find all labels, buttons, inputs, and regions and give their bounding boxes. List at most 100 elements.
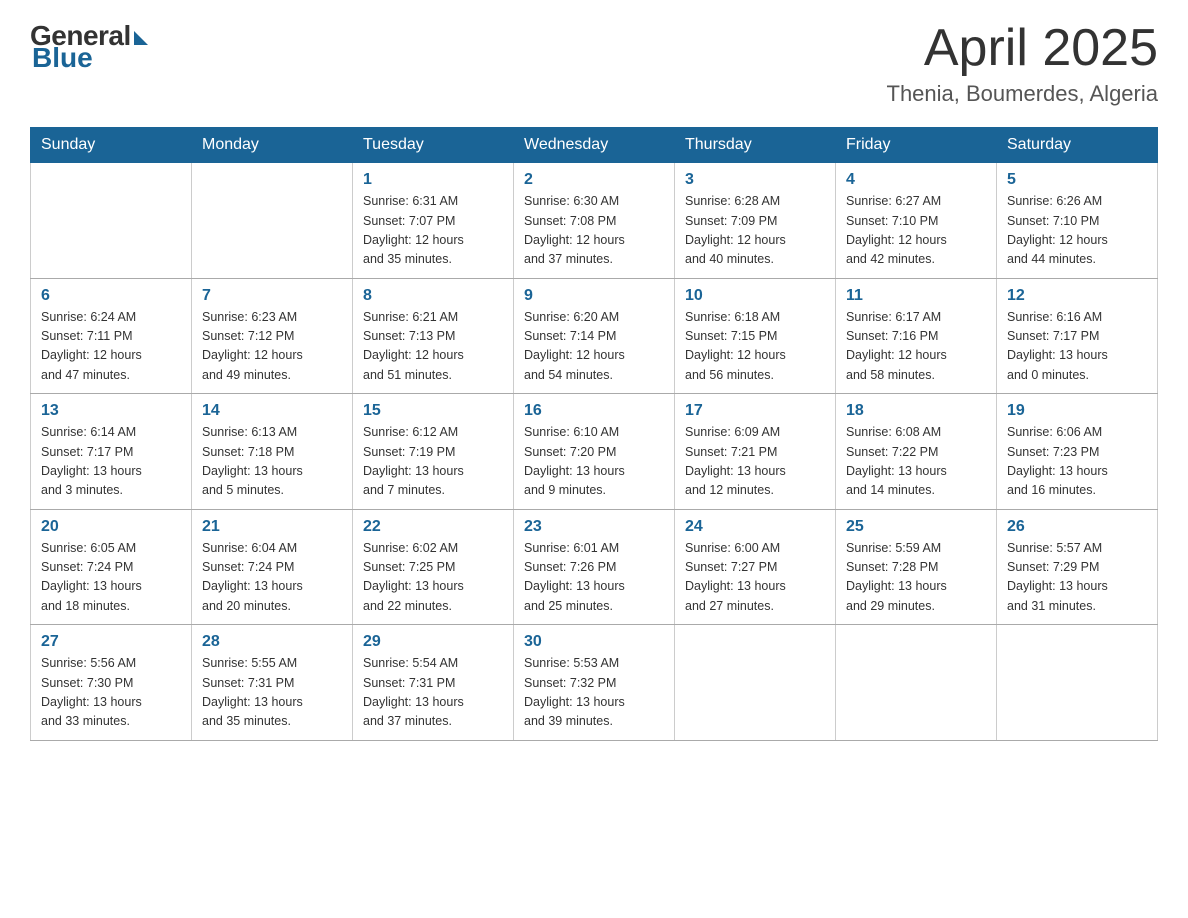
calendar-cell: 18 Sunrise: 6:08 AMSunset: 7:22 PMDayligh… <box>836 394 997 510</box>
day-number: 23 <box>524 518 664 536</box>
day-number: 1 <box>363 171 503 189</box>
day-info: Sunrise: 6:18 AMSunset: 7:15 PMDaylight:… <box>685 308 825 386</box>
day-info: Sunrise: 6:16 AMSunset: 7:17 PMDaylight:… <box>1007 308 1147 386</box>
calendar-cell: 1Sunrise: 6:31 AMSunset: 7:07 PMDaylight… <box>353 163 514 279</box>
calendar-cell: 28 Sunrise: 5:55 AMSunset: 7:31 PMDayligh… <box>192 625 353 741</box>
day-info: Sunrise: 6:13 AMSunset: 7:18 PMDaylight:… <box>202 423 342 501</box>
day-number: 19 <box>1007 402 1147 420</box>
day-info: Sunrise: 6:06 AMSunset: 7:23 PMDaylight:… <box>1007 423 1147 501</box>
day-info: Sunrise: 6:24 AMSunset: 7:11 PMDaylight:… <box>41 308 181 386</box>
calendar-week-row: 27 Sunrise: 5:56 AMSunset: 7:30 PMDayligh… <box>31 625 1158 741</box>
calendar-cell: 22Sunrise: 6:02 AMSunset: 7:25 PMDayligh… <box>353 509 514 625</box>
weekday-header: Wednesday <box>514 128 675 163</box>
day-number: 8 <box>363 287 503 305</box>
calendar-cell: 3Sunrise: 6:28 AMSunset: 7:09 PMDaylight… <box>675 163 836 279</box>
logo-blue-text: Blue <box>32 42 93 74</box>
calendar-cell: 27 Sunrise: 5:56 AMSunset: 7:30 PMDayligh… <box>31 625 192 741</box>
weekday-header: Friday <box>836 128 997 163</box>
calendar-cell: 17 Sunrise: 6:09 AMSunset: 7:21 PMDayligh… <box>675 394 836 510</box>
day-info: Sunrise: 6:21 AMSunset: 7:13 PMDaylight:… <box>363 308 503 386</box>
day-number: 21 <box>202 518 342 536</box>
day-number: 4 <box>846 171 986 189</box>
calendar-cell <box>997 625 1158 741</box>
month-title: April 2025 <box>887 20 1159 77</box>
day-number: 7 <box>202 287 342 305</box>
calendar-cell: 26Sunrise: 5:57 AMSunset: 7:29 PMDayligh… <box>997 509 1158 625</box>
calendar-week-row: 13 Sunrise: 6:14 AMSunset: 7:17 PMDayligh… <box>31 394 1158 510</box>
calendar-cell: 10 Sunrise: 6:18 AMSunset: 7:15 PMDayligh… <box>675 278 836 394</box>
calendar-cell: 19 Sunrise: 6:06 AMSunset: 7:23 PMDayligh… <box>997 394 1158 510</box>
day-number: 11 <box>846 287 986 305</box>
calendar-cell: 5 Sunrise: 6:26 AMSunset: 7:10 PMDaylight… <box>997 163 1158 279</box>
day-info: Sunrise: 6:27 AMSunset: 7:10 PMDaylight:… <box>846 192 986 270</box>
calendar-week-row: 20 Sunrise: 6:05 AMSunset: 7:24 PMDayligh… <box>31 509 1158 625</box>
day-info: Sunrise: 6:04 AMSunset: 7:24 PMDaylight:… <box>202 539 342 617</box>
calendar-cell: 14 Sunrise: 6:13 AMSunset: 7:18 PMDayligh… <box>192 394 353 510</box>
day-info: Sunrise: 6:28 AMSunset: 7:09 PMDaylight:… <box>685 192 825 270</box>
day-info: Sunrise: 5:53 AMSunset: 7:32 PMDaylight:… <box>524 654 664 732</box>
weekday-header: Tuesday <box>353 128 514 163</box>
calendar-cell: 8 Sunrise: 6:21 AMSunset: 7:13 PMDaylight… <box>353 278 514 394</box>
calendar-cell: 16 Sunrise: 6:10 AMSunset: 7:20 PMDayligh… <box>514 394 675 510</box>
day-info: Sunrise: 6:00 AMSunset: 7:27 PMDaylight:… <box>685 539 825 617</box>
day-number: 28 <box>202 633 342 651</box>
day-number: 25 <box>846 518 986 536</box>
day-number: 14 <box>202 402 342 420</box>
day-info: Sunrise: 6:12 AMSunset: 7:19 PMDaylight:… <box>363 423 503 501</box>
day-info: Sunrise: 6:02 AMSunset: 7:25 PMDaylight:… <box>363 539 503 617</box>
day-number: 27 <box>41 633 181 651</box>
day-number: 5 <box>1007 171 1147 189</box>
day-number: 16 <box>524 402 664 420</box>
calendar-cell <box>836 625 997 741</box>
calendar-cell <box>31 163 192 279</box>
day-number: 18 <box>846 402 986 420</box>
weekday-header: Thursday <box>675 128 836 163</box>
weekday-header: Saturday <box>997 128 1158 163</box>
calendar-cell: 4 Sunrise: 6:27 AMSunset: 7:10 PMDaylight… <box>836 163 997 279</box>
day-info: Sunrise: 6:17 AMSunset: 7:16 PMDaylight:… <box>846 308 986 386</box>
day-number: 13 <box>41 402 181 420</box>
day-info: Sunrise: 6:09 AMSunset: 7:21 PMDaylight:… <box>685 423 825 501</box>
day-info: Sunrise: 6:23 AMSunset: 7:12 PMDaylight:… <box>202 308 342 386</box>
calendar-cell: 24Sunrise: 6:00 AMSunset: 7:27 PMDayligh… <box>675 509 836 625</box>
calendar-cell: 21 Sunrise: 6:04 AMSunset: 7:24 PMDayligh… <box>192 509 353 625</box>
day-number: 17 <box>685 402 825 420</box>
day-info: Sunrise: 6:14 AMSunset: 7:17 PMDaylight:… <box>41 423 181 501</box>
calendar-cell: 7 Sunrise: 6:23 AMSunset: 7:12 PMDaylight… <box>192 278 353 394</box>
calendar-cell: 23 Sunrise: 6:01 AMSunset: 7:26 PMDayligh… <box>514 509 675 625</box>
calendar-cell: 9 Sunrise: 6:20 AMSunset: 7:14 PMDaylight… <box>514 278 675 394</box>
calendar-cell: 6Sunrise: 6:24 AMSunset: 7:11 PMDaylight… <box>31 278 192 394</box>
calendar-cell <box>675 625 836 741</box>
calendar-cell: 2Sunrise: 6:30 AMSunset: 7:08 PMDaylight… <box>514 163 675 279</box>
day-info: Sunrise: 5:54 AMSunset: 7:31 PMDaylight:… <box>363 654 503 732</box>
weekday-header: Monday <box>192 128 353 163</box>
day-number: 10 <box>685 287 825 305</box>
logo-arrow-icon <box>134 31 148 45</box>
day-info: Sunrise: 6:20 AMSunset: 7:14 PMDaylight:… <box>524 308 664 386</box>
weekday-header: Sunday <box>31 128 192 163</box>
calendar-cell <box>192 163 353 279</box>
logo: General Blue <box>30 20 148 74</box>
day-number: 30 <box>524 633 664 651</box>
calendar-cell: 15 Sunrise: 6:12 AMSunset: 7:19 PMDayligh… <box>353 394 514 510</box>
day-number: 15 <box>363 402 503 420</box>
day-info: Sunrise: 6:01 AMSunset: 7:26 PMDaylight:… <box>524 539 664 617</box>
title-area: April 2025 Thenia, Boumerdes, Algeria <box>887 20 1159 107</box>
calendar-week-row: 1Sunrise: 6:31 AMSunset: 7:07 PMDaylight… <box>31 163 1158 279</box>
day-info: Sunrise: 5:56 AMSunset: 7:30 PMDaylight:… <box>41 654 181 732</box>
day-info: Sunrise: 6:05 AMSunset: 7:24 PMDaylight:… <box>41 539 181 617</box>
calendar-header-row: SundayMondayTuesdayWednesdayThursdayFrid… <box>31 128 1158 163</box>
day-info: Sunrise: 6:26 AMSunset: 7:10 PMDaylight:… <box>1007 192 1147 270</box>
day-info: Sunrise: 5:57 AMSunset: 7:29 PMDaylight:… <box>1007 539 1147 617</box>
day-number: 20 <box>41 518 181 536</box>
calendar-cell: 29Sunrise: 5:54 AMSunset: 7:31 PMDayligh… <box>353 625 514 741</box>
calendar-week-row: 6Sunrise: 6:24 AMSunset: 7:11 PMDaylight… <box>31 278 1158 394</box>
calendar-cell: 13 Sunrise: 6:14 AMSunset: 7:17 PMDayligh… <box>31 394 192 510</box>
day-number: 9 <box>524 287 664 305</box>
page-header: General Blue April 2025 Thenia, Boumerde… <box>30 20 1158 107</box>
day-info: Sunrise: 6:10 AMSunset: 7:20 PMDaylight:… <box>524 423 664 501</box>
calendar-cell: 25 Sunrise: 5:59 AMSunset: 7:28 PMDayligh… <box>836 509 997 625</box>
day-info: Sunrise: 5:59 AMSunset: 7:28 PMDaylight:… <box>846 539 986 617</box>
day-info: Sunrise: 5:55 AMSunset: 7:31 PMDaylight:… <box>202 654 342 732</box>
day-info: Sunrise: 6:08 AMSunset: 7:22 PMDaylight:… <box>846 423 986 501</box>
